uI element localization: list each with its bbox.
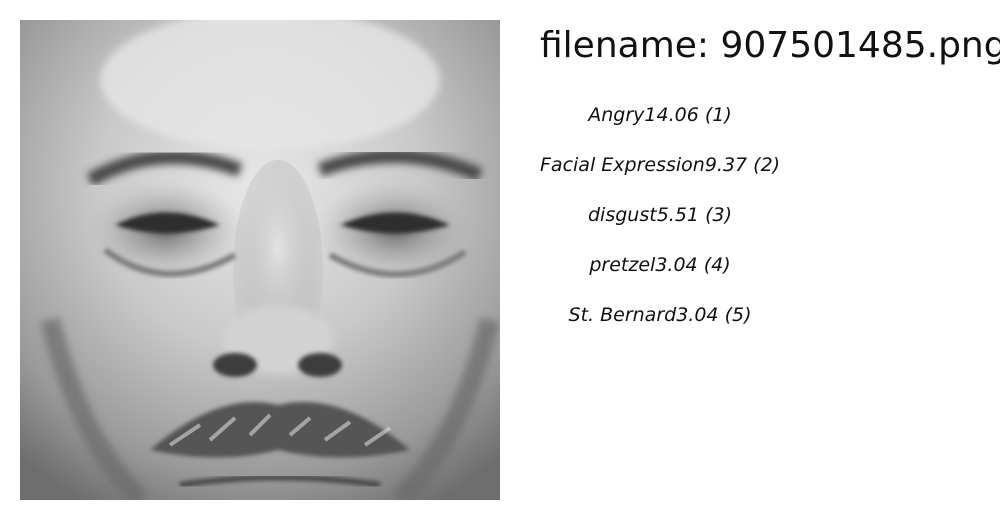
- face-photo-svg: [20, 20, 500, 500]
- prediction-rank: (1): [704, 104, 732, 126]
- prediction-item-1: Angry14.06 (1): [540, 100, 780, 150]
- prediction-rank: (3): [705, 204, 732, 226]
- prediction-score: 3.04: [676, 304, 719, 326]
- prediction-rank: (2): [753, 154, 781, 176]
- prediction-score: 9.37: [704, 154, 748, 176]
- prediction-item-3: disgust5.51 (3): [540, 200, 780, 250]
- face-photo: [20, 20, 500, 500]
- prediction-rank: (5): [724, 304, 752, 326]
- prediction-score: 5.51: [656, 204, 700, 226]
- prediction-label: Angry: [588, 104, 645, 126]
- prediction-label: St. Bernard: [568, 304, 677, 326]
- prediction-score: 3.04: [655, 254, 698, 276]
- prediction-item-4: pretzel3.04 (4): [540, 250, 780, 300]
- prediction-rank: (4): [703, 254, 731, 276]
- filename-label: filename: 907501485.png: [540, 25, 1000, 66]
- prediction-label: pretzel: [589, 254, 656, 276]
- prediction-label: Facial Expression: [540, 154, 705, 176]
- prediction-score: 14.06: [644, 104, 699, 126]
- prediction-list: Angry14.06 (1) Facial Expression9.37 (2)…: [540, 100, 780, 350]
- prediction-label: disgust: [588, 204, 657, 226]
- prediction-item-5: St. Bernard3.04 (5): [540, 300, 780, 350]
- prediction-item-2: Facial Expression9.37 (2): [540, 150, 780, 200]
